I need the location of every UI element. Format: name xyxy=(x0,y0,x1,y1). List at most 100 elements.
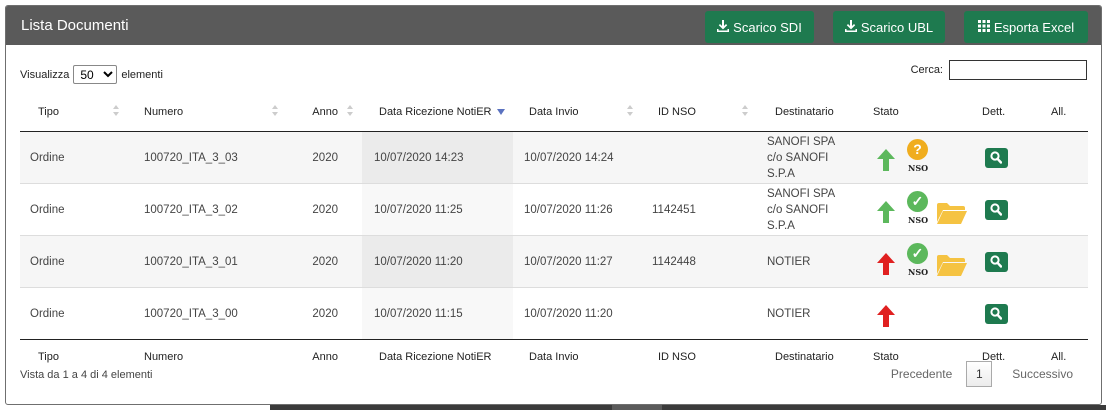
cell-id-nso: 1142451 xyxy=(642,183,757,236)
view-details-button[interactable] xyxy=(985,303,1008,324)
page-size-select[interactable]: 102550100 xyxy=(73,65,118,84)
table-row[interactable]: Ordine 100720_ITA_3_03 2020 10/07/2020 14:2… xyxy=(20,131,1088,184)
table-info: Vista da 1 a 4 di 4 elementi xyxy=(20,369,153,381)
nso-label: NSO xyxy=(908,267,929,277)
cell-destinatario: NOTIER xyxy=(757,235,863,288)
red-up-arrow-icon xyxy=(877,253,895,278)
scarico-sdi-button[interactable]: Scarico SDI xyxy=(705,11,814,43)
page-1-button[interactable]: 1 xyxy=(966,361,993,387)
nso-label: NSO xyxy=(908,163,929,173)
col-footer-anno: Anno xyxy=(287,339,362,374)
folder-icon[interactable] xyxy=(937,202,967,227)
col-footer-data-invio: Data Invio xyxy=(513,339,642,374)
cell-anno: 2020 xyxy=(287,287,362,340)
check-circle-icon: ✓ xyxy=(907,243,928,264)
col-footer-id-nso: ID NSO xyxy=(642,339,757,374)
search-input[interactable] xyxy=(949,60,1087,80)
panel-header: Lista Documenti Scarico SDI Scarico UBL … xyxy=(6,6,1101,45)
documents-table: Tipo Numero Anno Data Ricezione NotiER D… xyxy=(20,92,1088,374)
table-row[interactable]: Ordine 100720_ITA_3_02 2020 10/07/2020 11:2… xyxy=(20,183,1088,236)
cell-destinatario: SANOFI SPA c/o SANOFI S.P.A xyxy=(757,131,863,184)
view-details-button[interactable] xyxy=(985,147,1008,168)
col-footer-data-ricezione: Data Ricezione NotiER xyxy=(362,339,513,374)
download-icon xyxy=(717,19,730,35)
col-header-numero[interactable]: Numero xyxy=(128,92,287,132)
cell-id-nso xyxy=(642,287,757,340)
view-details-button[interactable] xyxy=(985,251,1008,272)
cell-anno: 2020 xyxy=(287,235,362,288)
show-label: Visualizza xyxy=(20,68,70,81)
cell-tipo: Ordine xyxy=(20,131,128,184)
search-label: Cerca: xyxy=(910,64,943,76)
elements-label: elementi xyxy=(121,68,163,81)
cell-all xyxy=(1033,235,1088,288)
background-strip xyxy=(270,405,1106,410)
view-details-button[interactable] xyxy=(985,199,1008,220)
col-header-all: All. xyxy=(1033,92,1088,132)
cell-dett xyxy=(970,131,1033,184)
sort-desc-icon xyxy=(496,108,505,115)
table-body: Ordine 100720_ITA_3_03 2020 10/07/2020 14:2… xyxy=(20,131,1088,340)
grid-icon xyxy=(977,19,990,35)
table-row[interactable]: Ordine 100720_ITA_3_00 2020 10/07/2020 11:1… xyxy=(20,287,1088,340)
table-header-row: Tipo Numero Anno Data Ricezione NotiER D… xyxy=(20,92,1088,132)
esporta-excel-button[interactable]: Esporta Excel xyxy=(964,11,1088,43)
page-size-control: Visualizza 102550100 elementi xyxy=(20,65,163,84)
cell-dett xyxy=(970,183,1033,236)
col-header-destinatario: Destinatario xyxy=(757,92,863,132)
col-header-data-invio[interactable]: Data Invio xyxy=(513,92,642,132)
cell-id-nso: 1142448 xyxy=(642,235,757,288)
pagination: Precedente 1 Successivo xyxy=(891,361,1073,387)
cell-numero: 100720_ITA_3_01 xyxy=(128,235,287,288)
cell-numero: 100720_ITA_3_02 xyxy=(128,183,287,236)
green-up-arrow-icon xyxy=(877,149,895,174)
cell-anno: 2020 xyxy=(287,183,362,236)
cell-all xyxy=(1033,287,1088,340)
download-icon xyxy=(844,19,857,35)
col-header-tipo[interactable]: Tipo xyxy=(20,92,128,132)
cell-data-ricezione: 10/07/2020 11:15 xyxy=(362,287,513,340)
col-header-anno[interactable]: Anno xyxy=(287,92,362,132)
cell-data-invio: 10/07/2020 14:24 xyxy=(513,131,642,184)
cell-tipo: Ordine xyxy=(20,287,128,340)
cell-stato: ✓ NSO xyxy=(863,235,970,288)
col-footer-destinatario: Destinatario xyxy=(757,339,863,374)
sort-icon xyxy=(272,105,279,117)
scarico-ubl-label: Scarico UBL xyxy=(860,19,934,35)
cell-data-invio: 10/07/2020 11:27 xyxy=(513,235,642,288)
next-page-button[interactable]: Successivo xyxy=(1012,367,1073,381)
red-up-arrow-icon xyxy=(877,305,895,330)
nso-label: NSO xyxy=(908,215,929,225)
cell-stato: ✓ NSO xyxy=(863,183,970,236)
cell-destinatario: SANOFI SPA c/o SANOFI S.P.A xyxy=(757,183,863,236)
col-header-dett: Dett. xyxy=(970,92,1033,132)
prev-page-button[interactable]: Precedente xyxy=(891,367,952,381)
cell-id-nso xyxy=(642,131,757,184)
scarico-ubl-button[interactable]: Scarico UBL xyxy=(833,11,945,43)
folder-icon[interactable] xyxy=(937,254,967,279)
cell-dett xyxy=(970,287,1033,340)
cell-data-invio: 10/07/2020 11:26 xyxy=(513,183,642,236)
cell-numero: 100720_ITA_3_00 xyxy=(128,287,287,340)
col-header-id-nso[interactable]: ID NSO xyxy=(642,92,757,132)
sort-icon xyxy=(113,105,120,117)
cell-all xyxy=(1033,183,1088,236)
cell-all xyxy=(1033,131,1088,184)
cell-numero: 100720_ITA_3_03 xyxy=(128,131,287,184)
col-header-stato: Stato xyxy=(863,92,970,132)
cell-tipo: Ordine xyxy=(20,235,128,288)
cell-data-ricezione: 10/07/2020 11:20 xyxy=(362,235,513,288)
table-row[interactable]: Ordine 100720_ITA_3_01 2020 10/07/2020 11:2… xyxy=(20,235,1088,288)
cell-destinatario: NOTIER xyxy=(757,287,863,340)
cell-tipo: Ordine xyxy=(20,183,128,236)
table-controls: Visualizza 102550100 elementi Cerca: xyxy=(20,60,1087,85)
check-circle-icon: ✓ xyxy=(907,191,928,212)
background-strip-highlight xyxy=(612,405,662,410)
col-header-data-ricezione[interactable]: Data Ricezione NotiER xyxy=(362,92,513,132)
cell-data-ricezione: 10/07/2020 11:25 xyxy=(362,183,513,236)
cell-data-invio: 10/07/2020 11:20 xyxy=(513,287,642,340)
sort-icon xyxy=(627,105,634,117)
cell-anno: 2020 xyxy=(287,131,362,184)
esporta-excel-label: Esporta Excel xyxy=(993,19,1075,35)
cell-data-ricezione: 10/07/2020 14:23 xyxy=(362,131,513,184)
